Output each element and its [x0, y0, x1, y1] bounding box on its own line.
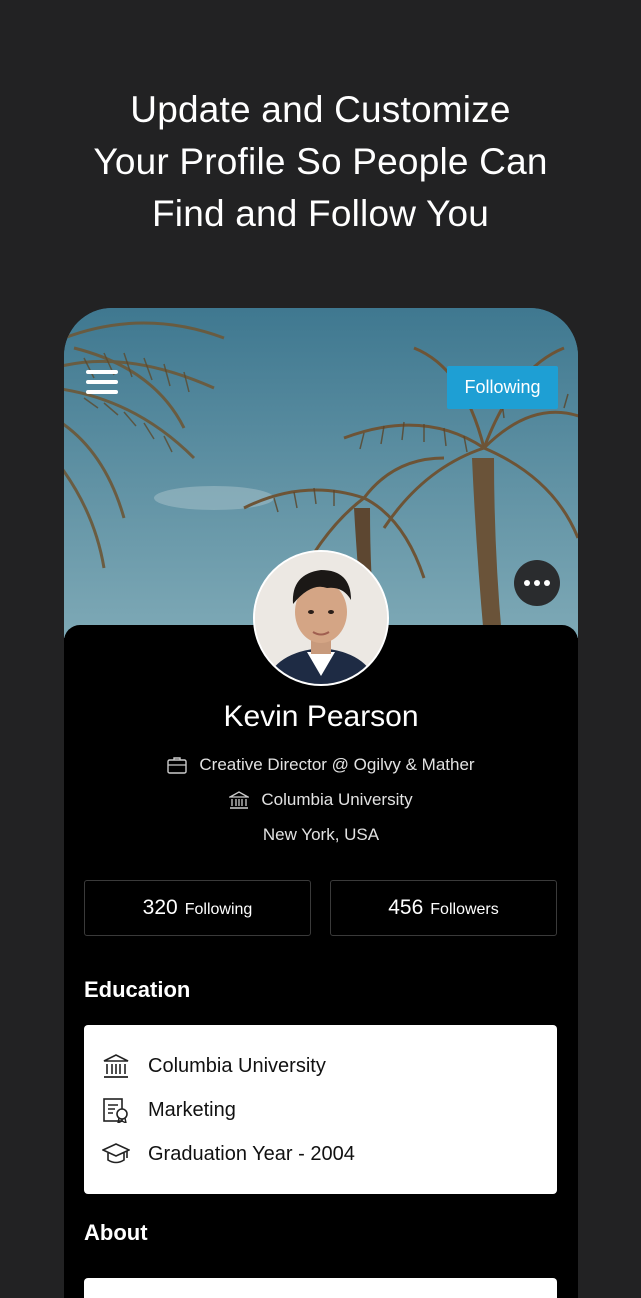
headline-line-2: Your Profile So People Can — [93, 141, 548, 182]
followers-count: 456 — [388, 896, 424, 919]
hamburger-menu-icon[interactable] — [86, 370, 118, 398]
job-line: Creative Director @ Ogilvy & Mather — [64, 755, 578, 775]
headline: Update and Customize Your Profile So Peo… — [0, 84, 641, 240]
education-major: Marketing — [148, 1098, 236, 1121]
school-line: Columbia University — [64, 790, 578, 810]
location-text: New York, USA — [262, 825, 380, 844]
graduation-cap-icon — [102, 1143, 130, 1164]
list-item: Marketing — [102, 1097, 236, 1123]
following-label: Following — [184, 901, 253, 918]
following-button[interactable]: Following — [447, 366, 558, 409]
following-count: 320 — [142, 896, 178, 919]
headline-line-3: Find and Follow You — [151, 193, 490, 234]
graduation-year: Graduation Year - 2004 — [148, 1142, 355, 1165]
headline-line-1: Update and Customize — [130, 89, 511, 130]
about-card — [84, 1278, 557, 1298]
about-title: About — [84, 1220, 148, 1245]
education-title: Education — [84, 977, 191, 1002]
list-item: Columbia University — [102, 1053, 326, 1079]
job-title: Creative Director @ Ogilvy & Mather — [199, 755, 475, 774]
list-item: Graduation Year - 2004 — [102, 1141, 355, 1167]
followers-label: Followers — [430, 901, 499, 918]
profile-name: Kevin Pearson — [223, 700, 419, 733]
followers-stat-button[interactable]: 456 Followers — [330, 880, 557, 936]
briefcase-icon — [167, 757, 188, 774]
institution-icon — [229, 791, 250, 809]
certificate-icon — [103, 1098, 128, 1123]
location-line: New York, USA — [64, 825, 578, 845]
institution-icon — [103, 1054, 129, 1078]
phone-screen: Following Kevin Pearson Creative Directo… — [64, 308, 578, 1298]
education-school: Columbia University — [148, 1054, 326, 1077]
following-stat-button[interactable]: 320 Following — [84, 880, 311, 936]
more-options-icon[interactable] — [514, 560, 560, 606]
education-card: Columbia University Marketing Graduation… — [84, 1025, 557, 1194]
avatar[interactable] — [253, 550, 389, 686]
school-name: Columbia University — [261, 790, 413, 809]
